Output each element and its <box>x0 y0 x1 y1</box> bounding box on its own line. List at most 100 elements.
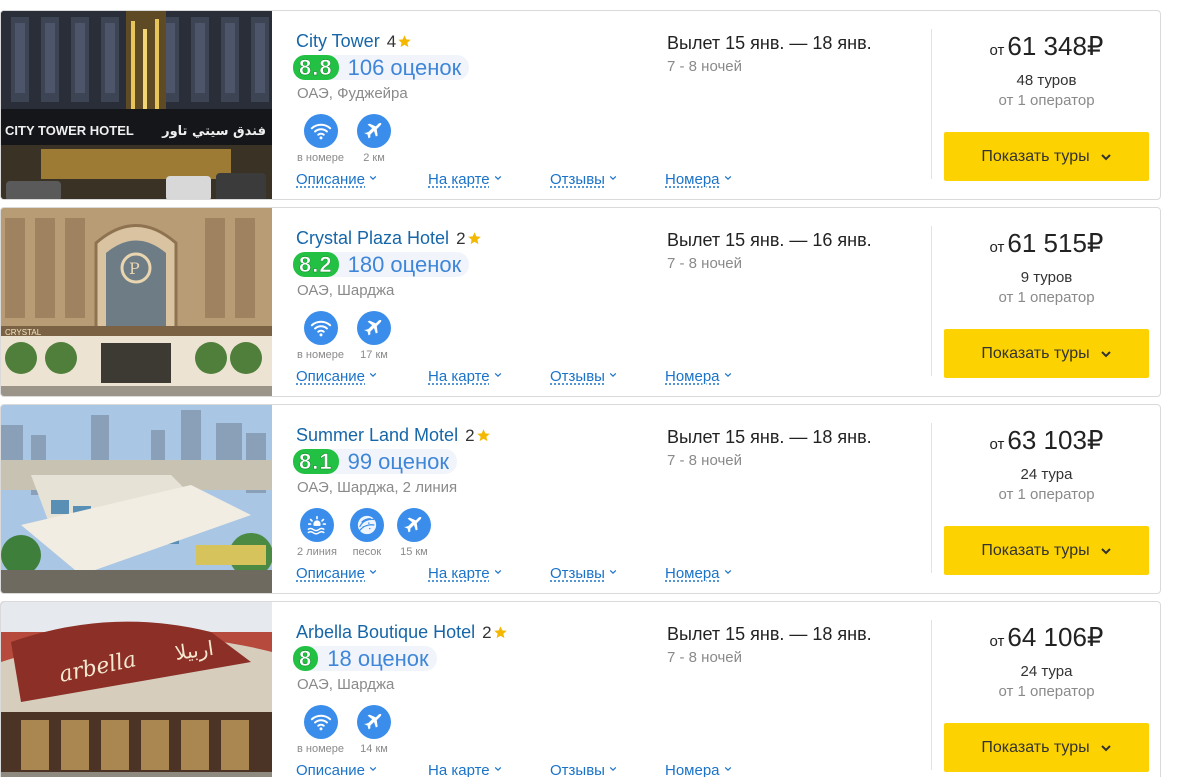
chevron-down-icon <box>724 766 731 772</box>
rating-row[interactable]: 8.2 180 оценок <box>293 252 470 277</box>
link-description[interactable]: Описание <box>296 762 377 777</box>
hotel-title-row: Summer Land Motel 2 <box>296 425 491 446</box>
hotel-photo[interactable] <box>1 405 272 593</box>
link-reviews[interactable]: Отзывы <box>550 368 617 385</box>
rating-row[interactable]: 8 18 оценок <box>293 646 437 671</box>
hotel-name-link[interactable]: Arbella Boutique Hotel <box>296 622 475 643</box>
price-value: 63 103₽ <box>1007 425 1104 455</box>
nights-range: 7 - 8 ночей <box>667 255 743 272</box>
operators-count: от 1 оператор <box>998 486 1095 503</box>
hotel-name-link[interactable]: Summer Land Motel <box>296 425 458 446</box>
link-label: Описание <box>296 171 366 188</box>
hotel-photo[interactable]: CITY TOWER HOTEL فندق سيتي تاور <box>1 11 272 199</box>
hotel-location: ОАЭ, Шарджа, 2 линия <box>297 479 458 496</box>
amenity-item: песок <box>349 508 384 558</box>
reviews-count: 18 оценок <box>327 645 429 671</box>
chevron-down-icon <box>1100 744 1111 751</box>
show-tours-button[interactable]: Показать туры <box>944 132 1149 181</box>
amenity-item: 2 линия <box>297 508 337 558</box>
rating-row[interactable]: 8.1 99 оценок <box>293 449 458 474</box>
link-label: Отзывы <box>550 171 605 188</box>
chevron-down-icon <box>369 372 377 378</box>
price-value: 61 348₽ <box>1007 31 1104 61</box>
link-map[interactable]: На карте <box>428 171 502 188</box>
flight-dates: Вылет 15 янв. — 18 янв. <box>667 427 872 447</box>
price-prefix: от <box>989 239 1005 256</box>
link-description[interactable]: Описание <box>296 368 377 385</box>
hotel-name-link[interactable]: City Tower <box>296 31 380 52</box>
price-prefix: от <box>989 633 1005 650</box>
hotel-card: Summer Land Motel 2 8.1 99 оценок ОАЭ, Ш… <box>0 404 1161 594</box>
price-block: от 61 515₽ 9 туров от 1 оператор <box>932 228 1160 306</box>
svg-text:فندق سيتي تاور: فندق سيتي تاور <box>161 124 266 139</box>
link-label: На карте <box>428 762 490 777</box>
show-tours-label: Показать туры <box>981 541 1090 559</box>
link-map[interactable]: На карте <box>428 368 502 385</box>
price: от 64 106₽ <box>932 622 1160 653</box>
chevron-down-icon <box>494 372 501 378</box>
link-label: Описание <box>296 368 366 385</box>
hotel-name-link[interactable]: Crystal Plaza Hotel <box>296 228 449 249</box>
chevron-down-icon <box>609 372 617 378</box>
link-reviews[interactable]: Отзывы <box>550 762 617 777</box>
link-map[interactable]: На карте <box>428 565 502 582</box>
amenity-label: 2 линия <box>297 546 337 558</box>
link-map[interactable]: На карте <box>428 762 502 777</box>
operators-count: от 1 оператор <box>998 289 1095 306</box>
amenity-label: 14 км <box>360 743 388 755</box>
rating-score-badge: 8.8 <box>293 55 339 80</box>
flight-dates: Вылет 15 янв. — 16 янв. <box>667 230 872 250</box>
link-rooms[interactable]: Номера <box>665 565 732 582</box>
link-label: На карте <box>428 565 490 582</box>
star-icon <box>476 429 490 442</box>
show-tours-button[interactable]: Показать туры <box>944 329 1149 378</box>
rating-score-badge: 8 <box>293 646 319 671</box>
star-icon <box>398 35 411 48</box>
link-description[interactable]: Описание <box>296 171 377 188</box>
stars-count: 2 <box>465 425 475 445</box>
chevron-down-icon <box>724 569 731 575</box>
rating-score-badge: 8.2 <box>293 252 339 277</box>
flight-dates: Вылет 15 янв. — 18 янв. <box>667 624 872 644</box>
stars-count: 2 <box>456 228 466 248</box>
link-description[interactable]: Описание <box>296 565 377 582</box>
chevron-down-icon <box>494 569 501 575</box>
link-label: Отзывы <box>550 368 605 385</box>
show-tours-label: Показать туры <box>981 738 1090 756</box>
tours-count: 24 тура <box>1020 466 1073 483</box>
wifi-icon <box>303 705 338 739</box>
hotel-photo[interactable]: P CRYSTAL <box>1 208 272 396</box>
chevron-down-icon <box>1100 547 1111 554</box>
link-rooms[interactable]: Номера <box>665 171 732 188</box>
show-tours-button[interactable]: Показать туры <box>944 526 1149 575</box>
link-rooms[interactable]: Номера <box>665 368 732 385</box>
price-block: от 61 348₽ 48 туров от 1 оператор <box>932 31 1160 109</box>
amenity-item: 14 км <box>357 705 392 755</box>
link-label: Описание <box>296 762 366 777</box>
show-tours-button[interactable]: Показать туры <box>944 723 1149 772</box>
link-label: Номера <box>665 171 720 188</box>
amenity-label: в номере <box>297 743 345 755</box>
price-block: от 63 103₽ 24 тура от 1 оператор <box>932 425 1160 503</box>
wifi-icon <box>303 311 338 345</box>
tours-count: 24 тура <box>1020 663 1073 680</box>
show-tours-label: Показать туры <box>981 344 1090 362</box>
beach-line-icon <box>299 508 334 542</box>
operators-count: от 1 оператор <box>998 92 1095 109</box>
amenities-list: 2 линия песок 15 км <box>297 508 444 558</box>
hotel-photo[interactable]: arbella اربيلا <box>1 602 272 777</box>
rating-row[interactable]: 8.8 106 оценок <box>293 55 470 80</box>
price: от 61 515₽ <box>932 228 1160 259</box>
hotel-card: arbella اربيلا Arbella Boutique Hotel 2 … <box>0 601 1161 777</box>
link-label: На карте <box>428 171 490 188</box>
airport-distance-icon <box>396 508 431 542</box>
hotel-card: CITY TOWER HOTEL فندق سيتي تاور City Tow… <box>0 10 1161 200</box>
chevron-down-icon <box>494 766 501 772</box>
stars-count: 2 <box>482 622 492 642</box>
amenity-item: в номере <box>297 705 344 755</box>
link-reviews[interactable]: Отзывы <box>550 171 617 188</box>
hotel-title-row: Crystal Plaza Hotel 2 <box>296 228 482 249</box>
link-rooms[interactable]: Номера <box>665 762 732 777</box>
link-reviews[interactable]: Отзывы <box>550 565 617 582</box>
amenity-label: песок <box>352 546 382 558</box>
